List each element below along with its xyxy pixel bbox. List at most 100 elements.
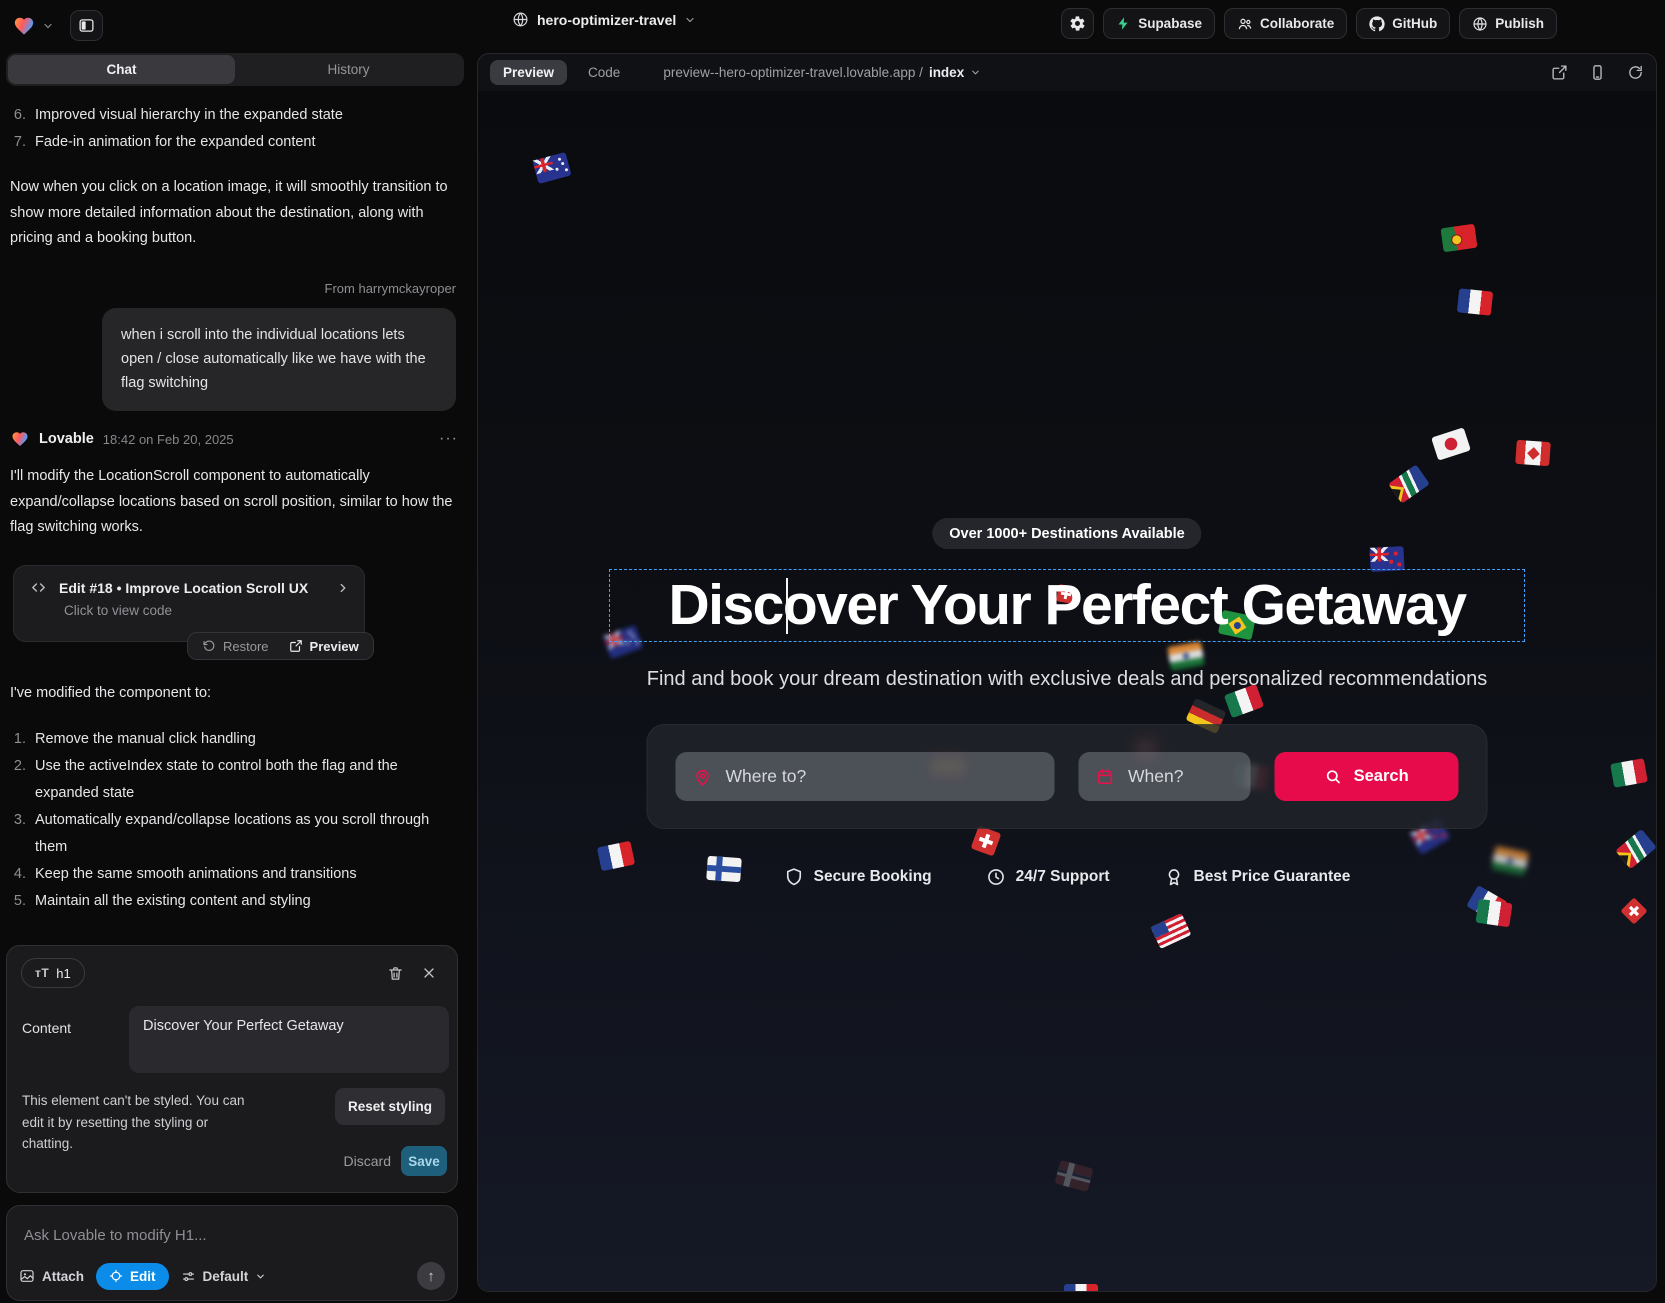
- hero-subtitle: Find and book your dream destination wit…: [478, 668, 1656, 691]
- assistant-paragraph: Now when you click on a location image, …: [10, 175, 460, 252]
- code-icon: [30, 579, 47, 596]
- list-item: 2.Use the activeIndex state to control b…: [10, 753, 462, 807]
- github-icon: [1369, 16, 1385, 32]
- hero-title[interactable]: Discover Your Perfect Getaway: [610, 570, 1524, 640]
- people-icon: [1237, 16, 1253, 32]
- preview-panel: Preview Code preview--hero-optimizer-tra…: [477, 53, 1657, 1292]
- search-bar: Where to? When? Search: [647, 724, 1488, 829]
- assistant-header: Lovable 18:42 on Feb 20, 2025 ···: [10, 430, 458, 448]
- feature-secure-booking: Secure Booking: [784, 867, 932, 887]
- chat-input-placeholder: Ask Lovable to modify H1...: [24, 1227, 207, 1244]
- shield-icon: [784, 867, 804, 887]
- send-button[interactable]: ↑: [417, 1262, 445, 1290]
- settings-button[interactable]: [1061, 8, 1094, 39]
- discard-button[interactable]: Discard: [344, 1153, 391, 1169]
- external-link-icon: [1551, 64, 1568, 81]
- delete-element-button[interactable]: [387, 962, 409, 984]
- globe-icon: [512, 11, 529, 28]
- close-editor-button[interactable]: [421, 962, 443, 984]
- github-button[interactable]: GitHub: [1356, 8, 1450, 39]
- award-icon: [1164, 867, 1184, 887]
- tab-chat[interactable]: Chat: [8, 55, 235, 84]
- chat-input-box[interactable]: Ask Lovable to modify H1... Attach Edit …: [6, 1205, 458, 1301]
- search-button[interactable]: Search: [1275, 752, 1459, 801]
- destinations-badge: Over 1000+ Destinations Available: [932, 518, 1201, 549]
- list-item: 5.Maintain all the existing content and …: [10, 888, 462, 915]
- element-editor-panel: тT h1 Content Discover Your Perfect Geta…: [6, 945, 458, 1193]
- tab-code[interactable]: Code: [575, 60, 633, 85]
- sidebar-tabs: Chat History: [6, 53, 464, 86]
- supabase-button[interactable]: Supabase: [1103, 8, 1215, 39]
- supabase-icon: [1116, 16, 1131, 31]
- assistant-list-top: 6.Improved visual hierarchy in the expan…: [10, 102, 462, 156]
- edit-mode-button[interactable]: Edit: [96, 1263, 169, 1290]
- url-chevron-down-icon: [970, 67, 981, 78]
- text-caret: [786, 578, 788, 634]
- gear-icon: [1069, 15, 1086, 32]
- edit-card-title: Edit #18 • Improve Location Scroll UX: [59, 580, 324, 596]
- assistant-paragraph: I'll modify the LocationScroll component…: [10, 464, 460, 541]
- user-message-bubble: when i scroll into the individual locati…: [102, 308, 456, 411]
- lovable-logo-icon[interactable]: [12, 15, 36, 37]
- external-link-icon: [289, 639, 303, 653]
- list-item: 3.Automatically expand/collapse location…: [10, 807, 462, 861]
- close-icon: [421, 965, 437, 981]
- location-pin-icon: [693, 767, 713, 787]
- preview-button[interactable]: Preview: [279, 633, 369, 659]
- tab-preview[interactable]: Preview: [490, 60, 567, 85]
- when-input[interactable]: When?: [1079, 752, 1251, 801]
- edit-card-subtitle: Click to view code: [64, 603, 364, 618]
- hero-section: Over 1000+ Destinations Available Discov…: [478, 91, 1656, 1291]
- content-label: Content: [22, 1020, 71, 1036]
- clock-icon: [986, 867, 1006, 887]
- phone-icon: [1589, 64, 1606, 81]
- trash-icon: [387, 965, 404, 982]
- logo-chevron-down-icon[interactable]: [42, 20, 54, 32]
- restore-icon: [202, 639, 216, 653]
- feature-support: 24/7 Support: [986, 867, 1110, 887]
- more-options-icon[interactable]: ···: [439, 430, 458, 448]
- attach-button[interactable]: Attach: [19, 1268, 84, 1284]
- open-in-new-tab-button[interactable]: [1551, 64, 1568, 81]
- list-item: 1.Remove the manual click handling: [10, 726, 462, 753]
- reset-styling-button[interactable]: Reset styling: [335, 1088, 445, 1125]
- chevron-right-icon: [336, 581, 350, 595]
- crosshair-icon: [109, 1269, 123, 1283]
- assistant-paragraph: I've modified the component to:: [10, 681, 460, 707]
- search-icon: [1325, 768, 1342, 785]
- list-item: 6.Improved visual hierarchy in the expan…: [10, 102, 462, 129]
- where-to-input[interactable]: Where to?: [676, 752, 1055, 801]
- preview-url[interactable]: preview--hero-optimizer-travel.lovable.a…: [663, 65, 981, 80]
- sliders-icon: [181, 1269, 196, 1284]
- project-chevron-down-icon: [684, 14, 696, 26]
- message-timestamp: 18:42 on Feb 20, 2025: [103, 432, 234, 447]
- project-name: hero-optimizer-travel: [537, 12, 676, 28]
- sidebar-toggle-button[interactable]: [70, 10, 103, 41]
- selected-h1-outline[interactable]: Discover Your Perfect Getaway: [609, 569, 1525, 642]
- lovable-avatar: [10, 430, 30, 448]
- assistant-name: Lovable: [39, 431, 94, 447]
- refresh-icon: [1627, 64, 1644, 81]
- assistant-list-bottom: 1.Remove the manual click handling 2.Use…: [10, 726, 462, 915]
- refresh-button[interactable]: [1627, 64, 1644, 81]
- tab-history[interactable]: History: [235, 55, 462, 84]
- preview-header: Preview Code preview--hero-optimizer-tra…: [478, 54, 1656, 91]
- collaborate-button[interactable]: Collaborate: [1224, 8, 1347, 39]
- restore-preview-toolbar: Restore Preview: [187, 632, 374, 660]
- model-default-button[interactable]: Default: [181, 1269, 267, 1284]
- content-textarea[interactable]: Discover Your Perfect Getaway: [129, 1006, 449, 1073]
- list-item: 4.Keep the same smooth animations and tr…: [10, 861, 462, 888]
- edit-card[interactable]: Edit #18 • Improve Location Scroll UX Cl…: [13, 565, 365, 642]
- topbar: hero-optimizer-travel Supabase Collabora…: [0, 0, 1665, 53]
- save-button[interactable]: Save: [401, 1146, 447, 1176]
- chat-sidebar: Chat History 6.Improved visual hierarchy…: [0, 53, 472, 1303]
- restore-button[interactable]: Restore: [192, 633, 279, 659]
- editor-note: This element can't be styled. You can ed…: [22, 1090, 250, 1155]
- publish-button[interactable]: Publish: [1459, 8, 1557, 39]
- features-row: Secure Booking 24/7 Support Best Price G…: [478, 867, 1656, 887]
- site-preview: Over 1000+ Destinations Available Discov…: [478, 91, 1656, 1291]
- project-switcher[interactable]: hero-optimizer-travel: [512, 11, 696, 28]
- mobile-view-button[interactable]: [1589, 64, 1606, 81]
- image-icon: [19, 1268, 35, 1284]
- chevron-down-icon: [255, 1271, 266, 1282]
